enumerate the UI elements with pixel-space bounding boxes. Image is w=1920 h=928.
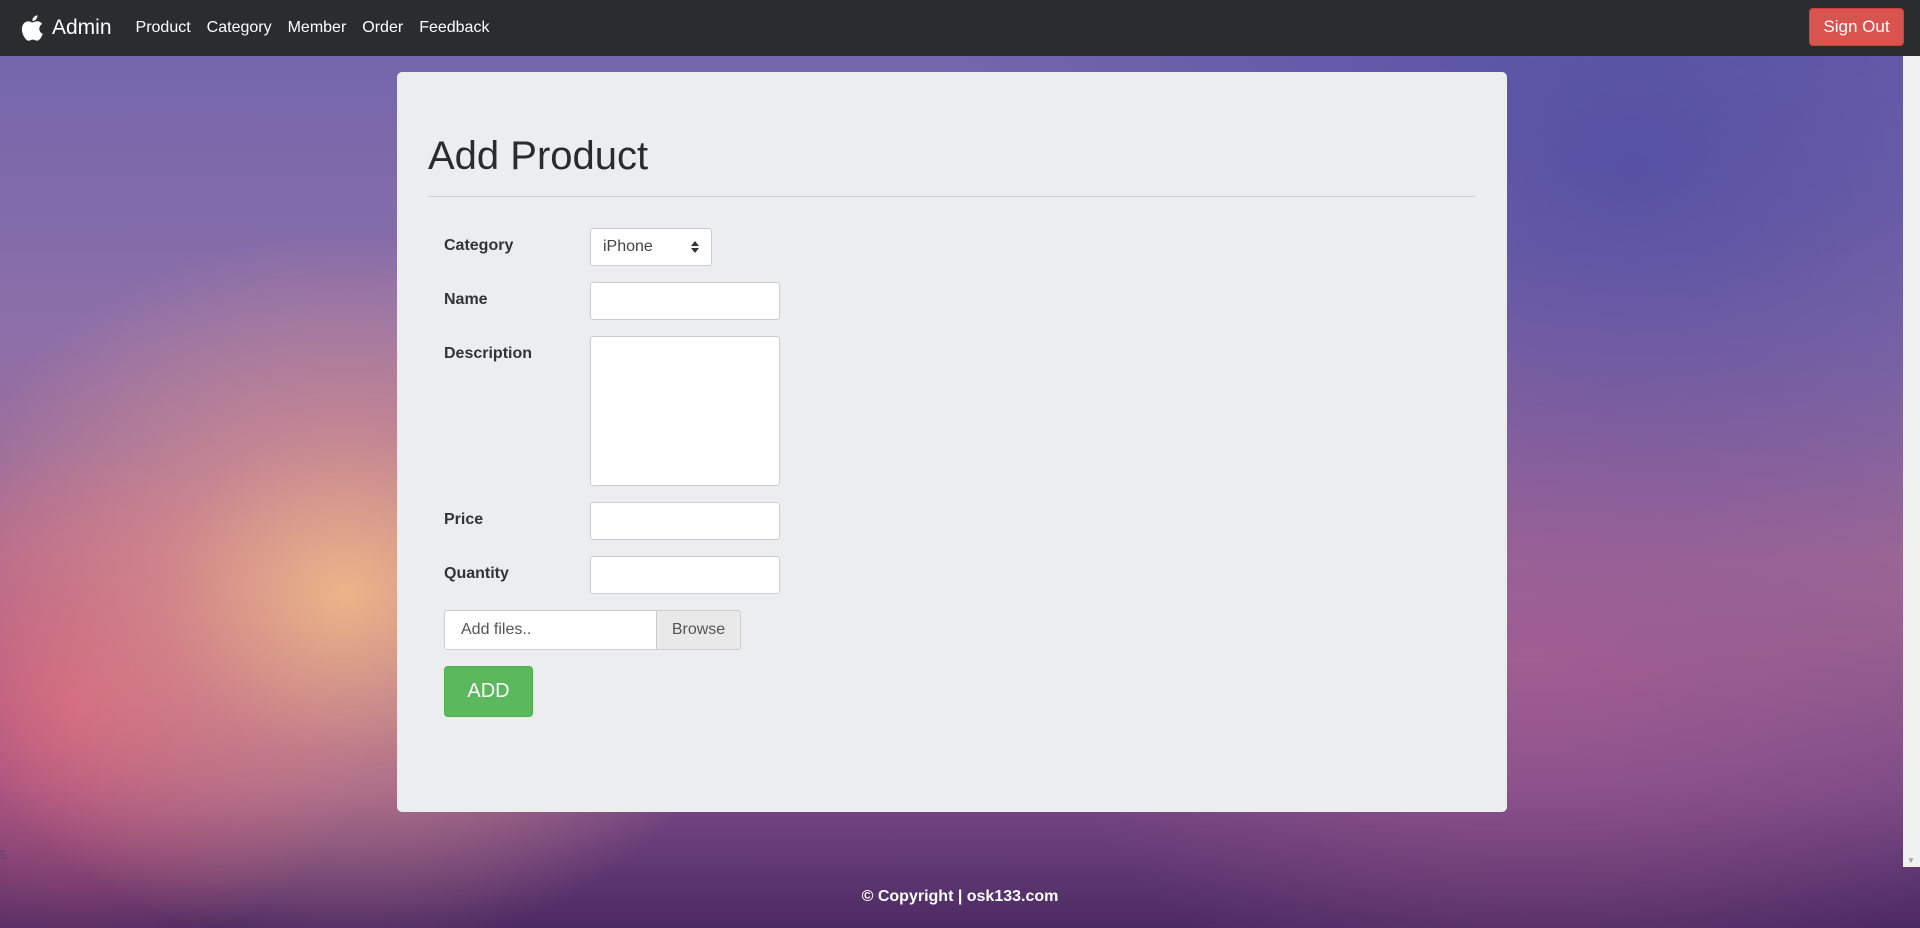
category-select-value: iPhone	[603, 238, 653, 255]
scrollbar-thumb[interactable]	[1906, 56, 1917, 846]
apple-icon	[21, 15, 43, 41]
price-label: Price	[444, 511, 484, 528]
description-textarea[interactable]	[590, 336, 780, 486]
top-navbar: Admin Product Category Member Order Feed…	[0, 0, 1920, 56]
footer-copyright: © Copyright | osk133.com	[861, 888, 1059, 905]
quantity-input[interactable]	[590, 556, 780, 594]
scroll-down-arrow-icon[interactable]: ▼	[1907, 856, 1915, 865]
description-label: Description	[444, 345, 533, 362]
sign-out-button[interactable]: Sign Out	[1809, 8, 1904, 46]
page-title: Add Product	[428, 134, 649, 178]
category-select[interactable]: iPhone	[590, 228, 712, 266]
title-divider	[428, 196, 1475, 197]
price-input[interactable]	[590, 502, 780, 540]
brand-link[interactable]: Admin	[18, 13, 112, 43]
nav-link-member[interactable]: Member	[280, 19, 355, 37]
browse-button[interactable]: Browse	[657, 610, 741, 650]
file-input[interactable]: Add files..	[444, 610, 657, 650]
nav-link-feedback[interactable]: Feedback	[411, 19, 497, 37]
nav-link-product[interactable]: Product	[128, 19, 199, 37]
add-product-card: Add Product Category iPhone Name Descrip…	[397, 72, 1507, 812]
nav-link-order[interactable]: Order	[354, 19, 411, 37]
select-arrows-icon	[691, 241, 699, 253]
category-label: Category	[444, 237, 514, 254]
file-upload-group: Add files.. Browse	[444, 610, 741, 650]
nav-links: Product Category Member Order Feedback	[128, 19, 498, 37]
nav-link-category[interactable]: Category	[199, 19, 280, 37]
add-button[interactable]: ADD	[444, 666, 533, 717]
brand-text: Admin	[52, 16, 112, 39]
quantity-label: Quantity	[444, 565, 509, 582]
name-input[interactable]	[590, 282, 780, 320]
name-label: Name	[444, 291, 488, 308]
vertical-scrollbar[interactable]: ▼	[1903, 56, 1920, 867]
stray-text: 5	[0, 848, 7, 862]
